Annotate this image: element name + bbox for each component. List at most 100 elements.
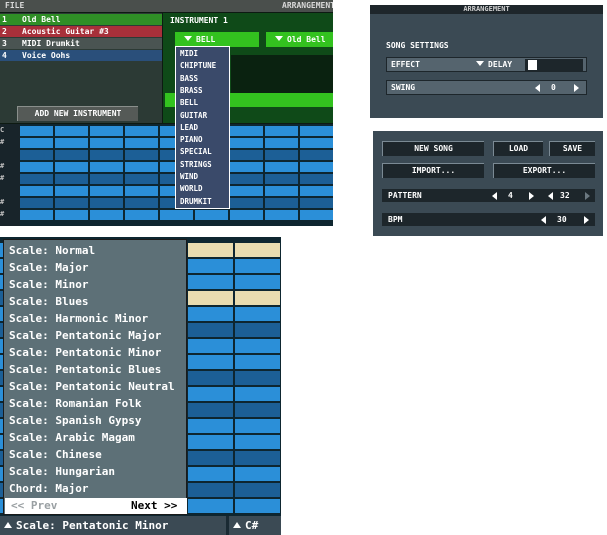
grid-cell[interactable] [235, 291, 280, 305]
category-option[interactable]: STRINGS [180, 160, 212, 169]
scale-option[interactable]: Scale: Pentatonic Minor [9, 346, 161, 359]
category-option[interactable]: WIND [180, 172, 198, 181]
increment-icon[interactable] [574, 84, 579, 92]
grid-cell[interactable] [235, 243, 280, 257]
grid-cell[interactable] [125, 126, 158, 136]
add-instrument-button[interactable]: ADD NEW INSTRUMENT [17, 106, 138, 121]
grid-cell[interactable] [20, 198, 53, 208]
grid-cell[interactable] [265, 138, 298, 148]
grid-cell[interactable] [300, 150, 333, 160]
grid-cell[interactable] [125, 150, 158, 160]
grid-cell[interactable] [235, 483, 280, 497]
grid-cell[interactable] [125, 210, 158, 220]
grid-cell[interactable] [230, 126, 263, 136]
grid-cell[interactable] [188, 323, 233, 337]
scale-option[interactable]: Scale: Hungarian [9, 465, 115, 478]
category-option[interactable]: PIANO [180, 135, 203, 144]
grid-cell[interactable] [55, 162, 88, 172]
grid-cell[interactable] [235, 339, 280, 353]
grid-cell[interactable] [188, 339, 233, 353]
grid-cell[interactable] [55, 198, 88, 208]
grid-cell[interactable] [300, 186, 333, 196]
grid-cell[interactable] [265, 198, 298, 208]
grid-cell[interactable] [20, 150, 53, 160]
grid-cell[interactable] [90, 126, 123, 136]
scale-option[interactable]: Scale: Spanish Gypsy [9, 414, 141, 427]
grid-cell[interactable] [188, 483, 233, 497]
grid-cell[interactable] [188, 403, 233, 417]
grid-cell[interactable] [20, 126, 53, 136]
grid-cell[interactable] [90, 150, 123, 160]
grid-cell[interactable] [188, 371, 233, 385]
pattern-next-icon[interactable] [529, 192, 534, 200]
length-increment-icon[interactable] [585, 192, 590, 200]
decrement-icon[interactable] [535, 84, 540, 92]
grid-cell[interactable] [55, 126, 88, 136]
grid-cell[interactable] [235, 275, 280, 289]
grid-cell[interactable] [300, 198, 333, 208]
pattern-prev-icon[interactable] [492, 192, 497, 200]
save-button[interactable]: SAVE [549, 141, 595, 156]
grid-cell[interactable] [188, 275, 233, 289]
grid-cell[interactable] [235, 451, 280, 465]
grid-cell[interactable] [160, 210, 193, 220]
grid-cell[interactable] [300, 174, 333, 184]
grid-cell[interactable] [20, 162, 53, 172]
grid-cell[interactable] [20, 210, 53, 220]
grid-cell[interactable] [265, 186, 298, 196]
category-option[interactable]: WORLD [180, 184, 203, 193]
grid-cell[interactable] [230, 150, 263, 160]
instrument-row[interactable]: 2 Acoustic Guitar #3 [0, 26, 162, 37]
grid-cell[interactable] [230, 186, 263, 196]
grid-cell[interactable] [235, 259, 280, 273]
grid-cell[interactable] [188, 387, 233, 401]
grid-cell[interactable] [300, 162, 333, 172]
next-page-button[interactable]: Next >> [131, 498, 177, 514]
grid-cell[interactable] [230, 198, 263, 208]
scale-option[interactable]: Scale: Arabic Magam [9, 431, 135, 444]
grid-cell[interactable] [188, 435, 233, 449]
grid-cell[interactable] [230, 210, 263, 220]
grid-cell[interactable] [20, 138, 53, 148]
preset-select[interactable]: Old Bell [266, 32, 333, 47]
category-option[interactable]: SPECIAL [180, 147, 212, 156]
grid-cell[interactable] [235, 307, 280, 321]
bpm-increment-icon[interactable] [584, 216, 589, 224]
grid-cell[interactable] [55, 186, 88, 196]
scale-option[interactable]: Scale: Normal [9, 244, 95, 257]
grid-cell[interactable] [235, 355, 280, 369]
grid-cell[interactable] [90, 162, 123, 172]
category-option[interactable]: LEAD [180, 123, 198, 132]
grid-cell[interactable] [20, 186, 53, 196]
grid-cell[interactable] [20, 174, 53, 184]
scale-select[interactable]: Scale: Pentatonic Minor [0, 516, 226, 535]
prev-page-button[interactable]: << Prev [11, 498, 57, 514]
grid-cell[interactable] [125, 186, 158, 196]
grid-cell[interactable] [235, 403, 280, 417]
grid-cell[interactable] [90, 198, 123, 208]
grid-cell[interactable] [125, 162, 158, 172]
grid-cell[interactable] [188, 243, 233, 257]
category-option[interactable]: DRUMKIT [180, 197, 212, 206]
grid-cell[interactable] [230, 138, 263, 148]
scale-option[interactable]: Scale: Romanian Folk [9, 397, 141, 410]
grid-cell[interactable] [265, 150, 298, 160]
import-button[interactable]: IMPORT... [382, 163, 484, 178]
grid-cell[interactable] [90, 210, 123, 220]
category-select[interactable]: BELL [175, 32, 259, 47]
grid-cell[interactable] [188, 419, 233, 433]
scale-option[interactable]: Scale: Pentatonic Neutral [9, 380, 175, 393]
instrument-row[interactable]: 4 Voice Oohs [0, 50, 162, 61]
grid-cell[interactable] [55, 150, 88, 160]
key-select[interactable]: C# [229, 516, 281, 535]
grid-cell[interactable] [265, 162, 298, 172]
category-option[interactable]: BELL [180, 98, 198, 107]
grid-cell[interactable] [235, 419, 280, 433]
grid-cell[interactable] [300, 210, 333, 220]
grid-cell[interactable] [188, 499, 233, 513]
grid-cell[interactable] [125, 198, 158, 208]
grid-cell[interactable] [90, 186, 123, 196]
scale-option[interactable]: Scale: Pentatonic Major [9, 329, 161, 342]
grid-cell[interactable] [235, 435, 280, 449]
grid-cell[interactable] [235, 323, 280, 337]
